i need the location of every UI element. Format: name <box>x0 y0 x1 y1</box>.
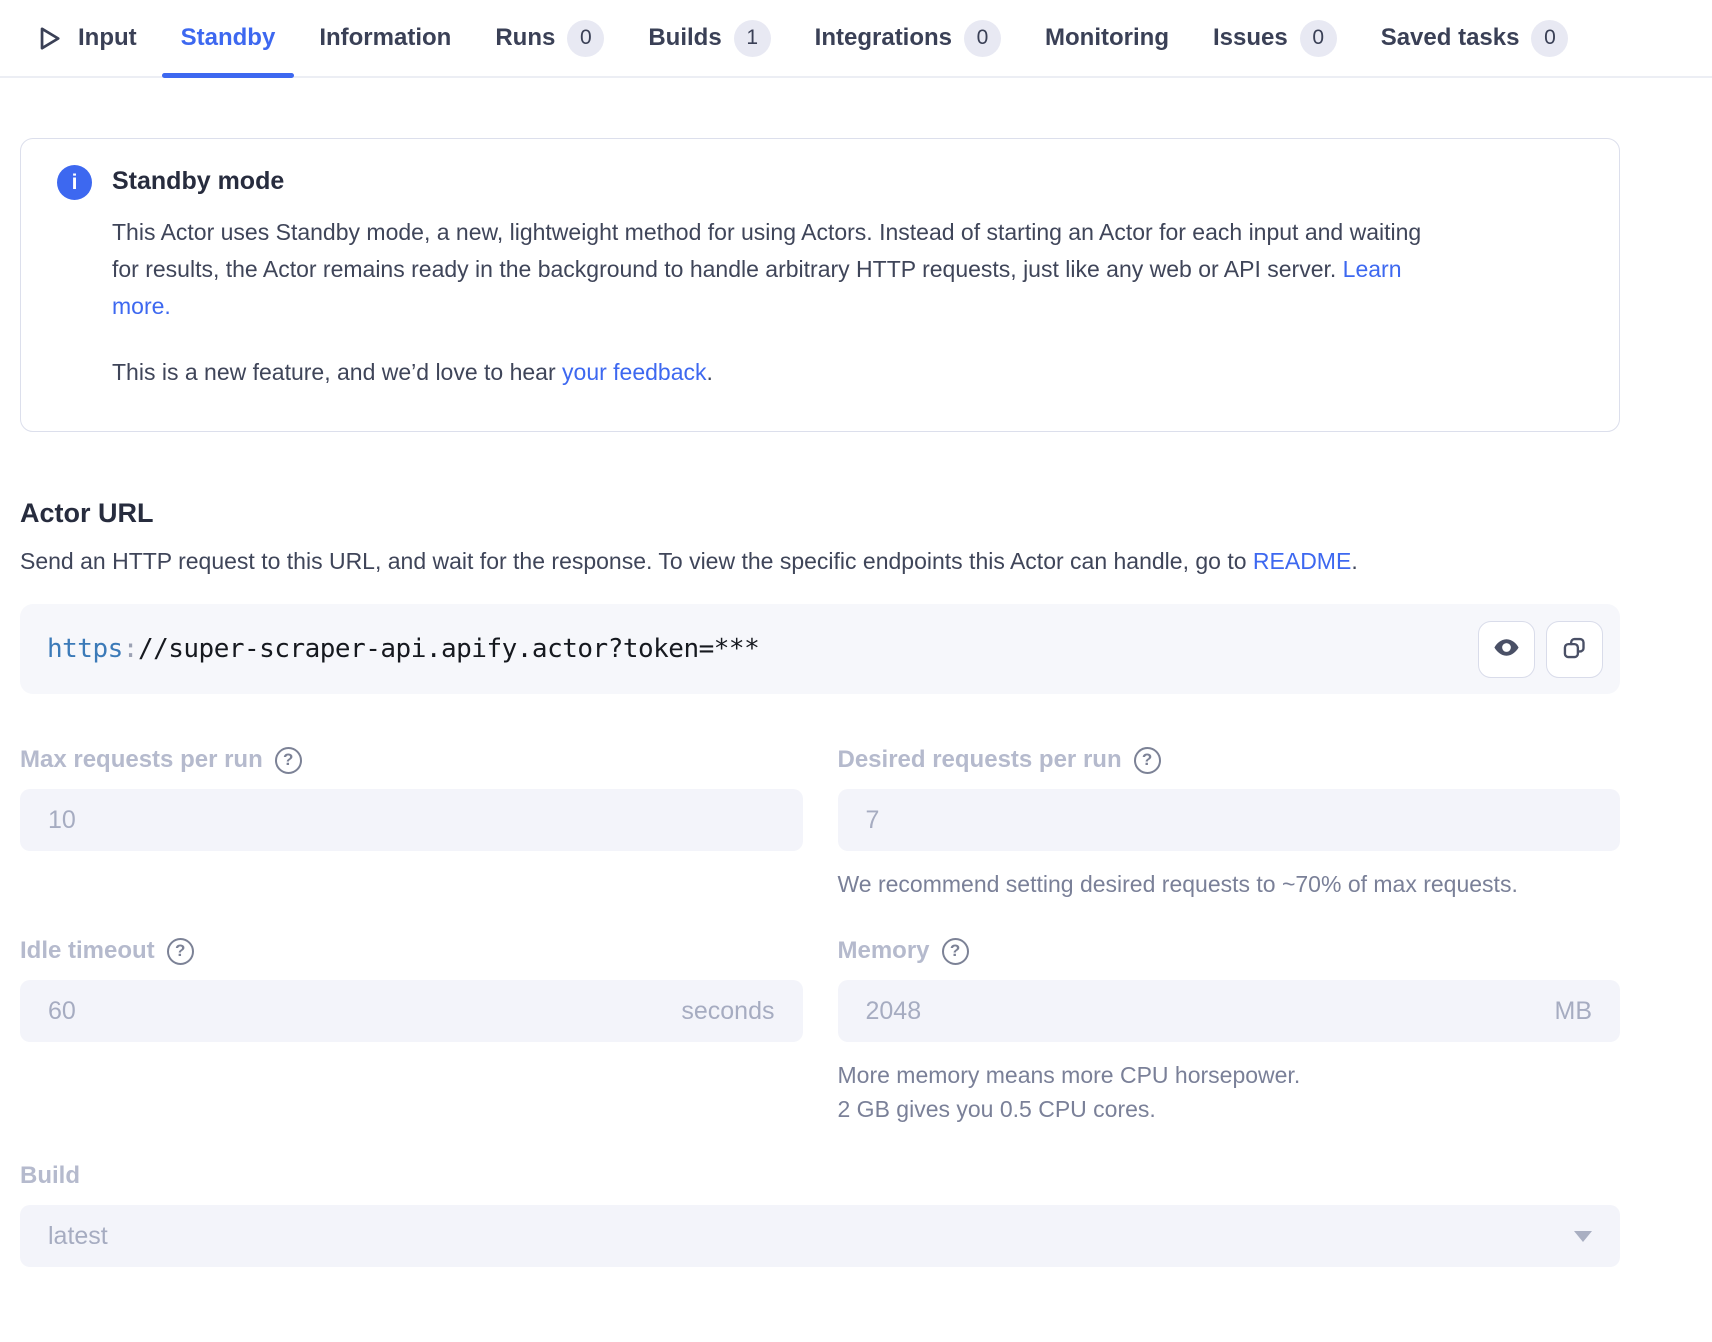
idle-timeout-unit: seconds <box>681 997 774 1026</box>
tab-label: Builds <box>648 24 721 52</box>
idle-timeout-label: Idle timeout <box>20 937 155 965</box>
url-colon: : <box>123 634 138 664</box>
tab-information[interactable]: Information <box>300 0 470 76</box>
help-icon[interactable]: ? <box>942 938 969 965</box>
tab-input[interactable]: Input <box>14 0 156 76</box>
copy-icon <box>1561 634 1588 664</box>
memory-help-line2: 2 GB gives you 0.5 CPU cores. <box>838 1096 1156 1122</box>
max-requests-label: Max requests per run <box>20 746 263 774</box>
idle-timeout-value: 60 <box>48 997 76 1026</box>
feedback-text-suffix: . <box>707 359 713 385</box>
build-value: latest <box>48 1222 108 1251</box>
field-idle-timeout: Idle timeout ? 60 seconds <box>20 937 803 1042</box>
tab-label: Input <box>78 24 137 52</box>
play-icon <box>33 23 64 54</box>
tab-label: Saved tasks <box>1381 24 1520 52</box>
memory-label: Memory <box>838 937 930 965</box>
memory-unit: MB <box>1555 997 1593 1026</box>
desired-requests-help: We recommend setting desired requests to… <box>838 867 1621 901</box>
desired-requests-value: 7 <box>866 806 880 835</box>
url-scheme: https <box>47 634 123 664</box>
standby-settings-form: Max requests per run ? 10 Desired reques… <box>20 746 1620 1267</box>
tab-runs[interactable]: Runs 0 <box>476 0 623 76</box>
tab-badge: 0 <box>567 20 604 57</box>
memory-help: More memory means more CPU horsepower. 2… <box>838 1058 1621 1126</box>
notice-description-text: This Actor uses Standby mode, a new, lig… <box>112 219 1421 282</box>
tab-label: Standby <box>181 24 276 52</box>
field-memory: Memory ? 2048 MB More memory means more … <box>838 937 1621 1126</box>
help-icon[interactable]: ? <box>167 938 194 965</box>
actor-url-bar: https://super-scraper-api.apify.actor?to… <box>20 604 1620 694</box>
url-rest: //super-scraper-api.apify.actor?token=**… <box>138 634 759 664</box>
tab-label: Issues <box>1213 24 1288 52</box>
actor-url-description-suffix: . <box>1351 548 1357 574</box>
tab-label: Runs <box>495 24 555 52</box>
notice-body: Standby mode This Actor uses Standby mod… <box>112 163 1442 391</box>
tab-badge: 1 <box>734 20 771 57</box>
notice-title: Standby mode <box>112 163 1442 196</box>
tab-badge: 0 <box>964 20 1001 57</box>
tab-label: Monitoring <box>1045 24 1169 52</box>
notice-description: This Actor uses Standby mode, a new, lig… <box>112 214 1442 325</box>
desired-requests-label: Desired requests per run <box>838 746 1122 774</box>
field-label-row: Build <box>20 1162 1620 1190</box>
reveal-token-button[interactable] <box>1478 621 1535 678</box>
tab-badge: 0 <box>1531 20 1568 57</box>
actor-url-heading: Actor URL <box>20 498 1620 529</box>
tab-standby[interactable]: Standby <box>162 0 295 76</box>
memory-value: 2048 <box>866 997 922 1026</box>
field-label-row: Memory ? <box>838 937 1621 965</box>
field-desired-requests: Desired requests per run ? 7 We recommen… <box>838 746 1621 901</box>
memory-help-line1: More memory means more CPU horsepower. <box>838 1062 1301 1088</box>
standby-notice: i Standby mode This Actor uses Standby m… <box>20 138 1620 432</box>
url-actions <box>1478 621 1603 678</box>
eye-icon <box>1492 633 1521 665</box>
tab-saved-tasks[interactable]: Saved tasks 0 <box>1362 0 1588 76</box>
readme-link[interactable]: README <box>1253 548 1351 574</box>
memory-input: 2048 MB <box>838 980 1621 1042</box>
notice-feedback: This is a new feature, and we’d love to … <box>112 354 1442 391</box>
actor-url-value: https://super-scraper-api.apify.actor?to… <box>47 634 759 664</box>
tab-builds[interactable]: Builds 1 <box>629 0 789 76</box>
tab-label: Information <box>319 24 451 52</box>
field-label-row: Max requests per run ? <box>20 746 803 774</box>
help-icon[interactable]: ? <box>275 747 302 774</box>
tab-badge: 0 <box>1300 20 1337 57</box>
help-icon[interactable]: ? <box>1134 747 1161 774</box>
actor-url-description: Send an HTTP request to this URL, and wa… <box>20 543 1450 580</box>
field-build: Build latest <box>20 1162 1620 1267</box>
standby-tab-content: i Standby mode This Actor uses Standby m… <box>0 138 1712 1307</box>
build-select: latest <box>20 1205 1620 1267</box>
tab-monitoring[interactable]: Monitoring <box>1026 0 1188 76</box>
feedback-link[interactable]: your feedback <box>562 359 706 385</box>
field-label-row: Desired requests per run ? <box>838 746 1621 774</box>
actor-url-description-text: Send an HTTP request to this URL, and wa… <box>20 548 1247 574</box>
build-label: Build <box>20 1162 80 1190</box>
idle-timeout-input: 60 seconds <box>20 980 803 1042</box>
feedback-text: This is a new feature, and we’d love to … <box>112 359 556 385</box>
info-icon: i <box>57 165 92 200</box>
tab-bar: Input Standby Information Runs 0 Builds … <box>0 0 1712 78</box>
copy-url-button[interactable] <box>1546 621 1603 678</box>
max-requests-input: 10 <box>20 789 803 851</box>
tab-label: Integrations <box>815 24 952 52</box>
max-requests-value: 10 <box>48 806 76 835</box>
desired-requests-input: 7 <box>838 789 1621 851</box>
field-label-row: Idle timeout ? <box>20 937 803 965</box>
tab-integrations[interactable]: Integrations 0 <box>796 0 1020 76</box>
field-max-requests: Max requests per run ? 10 <box>20 746 803 851</box>
tab-issues[interactable]: Issues 0 <box>1194 0 1356 76</box>
chevron-down-icon <box>1574 1231 1592 1242</box>
